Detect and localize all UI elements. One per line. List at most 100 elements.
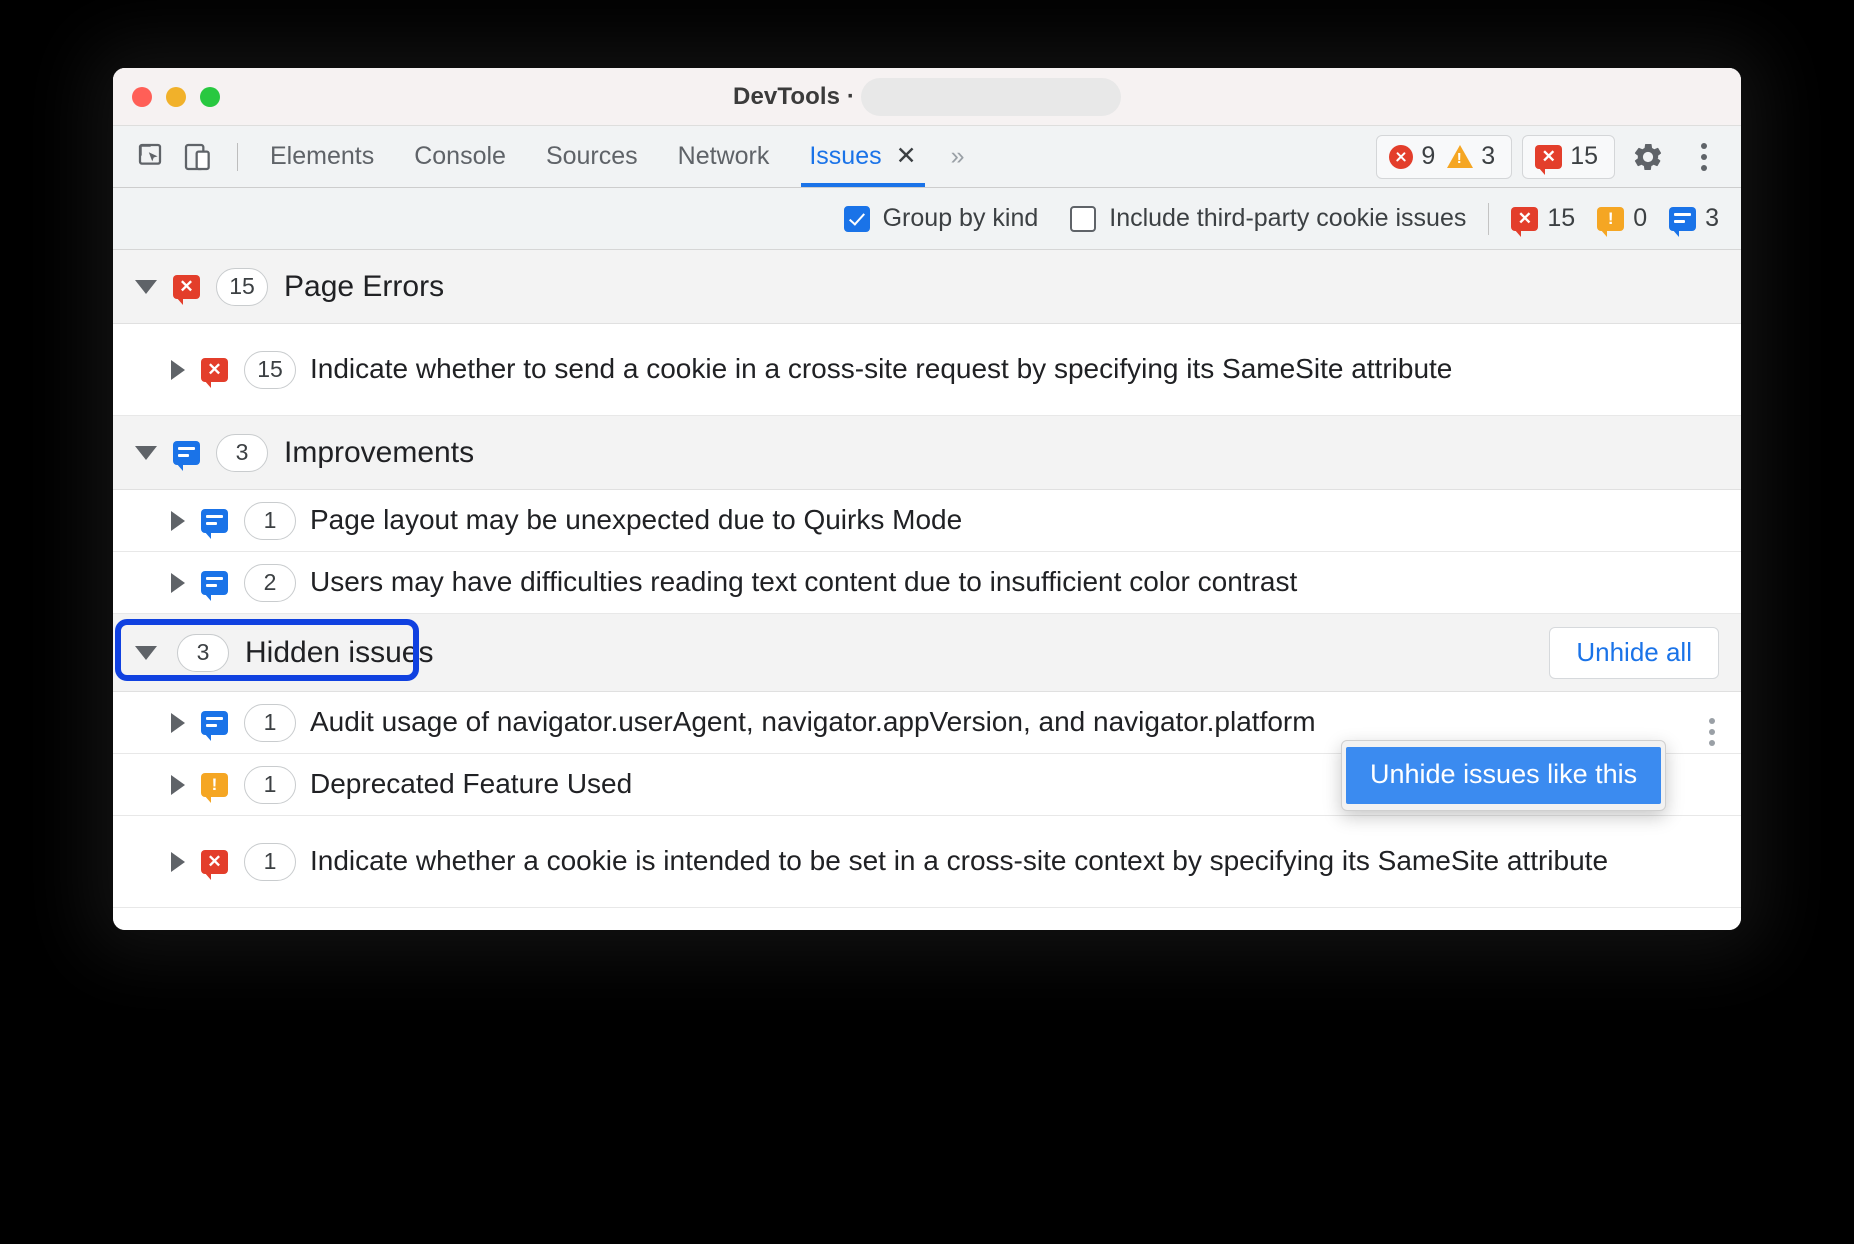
issue-info-bubble-icon bbox=[1669, 207, 1696, 231]
more-tabs-icon[interactable]: » bbox=[937, 142, 977, 171]
issue-row[interactable]: ✕ 1 Indicate whether a cookie is intende… bbox=[113, 816, 1741, 908]
row-context-menu[interactable]: Unhide issues like this bbox=[1341, 740, 1666, 811]
tab-issues[interactable]: Issues ✕ bbox=[789, 126, 936, 187]
tab-issues-label: Issues bbox=[809, 142, 881, 171]
issue-count: 1 bbox=[244, 843, 296, 881]
chevron-right-icon[interactable] bbox=[171, 573, 185, 593]
issue-row[interactable]: 2 Users may have difficulties reading te… bbox=[113, 552, 1741, 614]
group-title: Hidden issues bbox=[245, 636, 433, 670]
group-count: 15 bbox=[216, 268, 268, 306]
maximize-window-button[interactable] bbox=[200, 87, 220, 107]
filter-warning-count: ! 0 bbox=[1597, 204, 1647, 233]
filter-warning-value: 0 bbox=[1633, 204, 1647, 233]
group-by-kind-label: Group by kind bbox=[883, 204, 1039, 233]
context-menu-item-unhide-issues-like-this[interactable]: Unhide issues like this bbox=[1346, 747, 1661, 804]
tab-elements[interactable]: Elements bbox=[250, 126, 394, 187]
issue-error-bubble-icon: ✕ bbox=[201, 850, 228, 874]
chevron-down-icon[interactable] bbox=[135, 446, 157, 460]
issue-info-bubble-icon bbox=[173, 441, 200, 465]
inspect-cursor-glyph bbox=[136, 141, 168, 173]
filter-error-value: 15 bbox=[1547, 204, 1575, 233]
warning-triangle-icon bbox=[1447, 145, 1473, 168]
tab-network-label: Network bbox=[678, 142, 770, 171]
issue-error-bubble-icon: ✕ bbox=[1535, 145, 1562, 169]
error-count: 9 bbox=[1421, 142, 1435, 171]
third-party-cookies-checkbox[interactable]: Include third-party cookie issues bbox=[1070, 204, 1466, 233]
third-party-cookies-label: Include third-party cookie issues bbox=[1109, 204, 1466, 233]
warning-count: 3 bbox=[1481, 142, 1495, 171]
error-circle-icon bbox=[1389, 145, 1413, 169]
tab-sources-label: Sources bbox=[546, 142, 638, 171]
gear-icon[interactable] bbox=[1625, 134, 1671, 180]
group-by-kind-box[interactable] bbox=[844, 206, 870, 232]
chevron-right-icon[interactable] bbox=[171, 852, 185, 872]
tab-network[interactable]: Network bbox=[658, 126, 790, 187]
kebab-glyph bbox=[1701, 143, 1707, 171]
chevron-right-icon[interactable] bbox=[171, 360, 185, 380]
inspect-cursor-icon[interactable] bbox=[131, 136, 173, 178]
issues-count: 15 bbox=[1570, 142, 1598, 171]
group-title: Improvements bbox=[284, 436, 474, 470]
issue-group-improvements[interactable]: 3 Improvements bbox=[113, 416, 1741, 490]
issue-title: Indicate whether to send a cookie in a c… bbox=[310, 352, 1719, 386]
group-count: 3 bbox=[177, 634, 229, 672]
window-titlebar: DevTools · bbox=[113, 68, 1741, 126]
close-window-button[interactable] bbox=[132, 87, 152, 107]
group-by-kind-checkbox[interactable]: Group by kind bbox=[844, 204, 1039, 233]
kebab-menu-icon[interactable] bbox=[1681, 134, 1727, 180]
issue-group-hidden-issues[interactable]: 3 Hidden issues Unhide all bbox=[113, 614, 1741, 692]
chevron-right-icon[interactable] bbox=[171, 713, 185, 733]
tab-sources[interactable]: Sources bbox=[526, 126, 658, 187]
issue-info-bubble-icon bbox=[201, 571, 228, 595]
unhide-all-button[interactable]: Unhide all bbox=[1549, 627, 1719, 679]
gear-glyph bbox=[1631, 140, 1665, 174]
devtools-tabbar: Elements Console Sources Network Issues … bbox=[113, 126, 1741, 188]
close-icon[interactable]: ✕ bbox=[896, 144, 917, 169]
tab-console[interactable]: Console bbox=[394, 126, 526, 187]
issue-title: Indicate whether a cookie is intended to… bbox=[310, 844, 1719, 878]
device-toolbar-icon[interactable] bbox=[177, 136, 219, 178]
issue-warning-bubble-icon: ! bbox=[1597, 207, 1624, 231]
issue-error-bubble-icon: ✕ bbox=[173, 275, 200, 299]
issue-warning-bubble-icon: ! bbox=[201, 773, 228, 797]
group-title: Page Errors bbox=[284, 270, 444, 304]
issue-count: 15 bbox=[244, 351, 296, 389]
issue-count: 2 bbox=[244, 564, 296, 602]
row-kebab-menu-icon[interactable] bbox=[1709, 718, 1715, 746]
console-counters[interactable]: 9 3 bbox=[1376, 135, 1512, 179]
issue-info-bubble-icon bbox=[201, 711, 228, 735]
window-traffic-lights[interactable] bbox=[132, 87, 220, 107]
chevron-down-icon[interactable] bbox=[135, 280, 157, 294]
group-count: 3 bbox=[216, 434, 268, 472]
filter-info-count: 3 bbox=[1669, 204, 1719, 233]
chevron-right-icon[interactable] bbox=[171, 511, 185, 531]
filter-info-value: 3 bbox=[1705, 204, 1719, 233]
devtools-window: DevTools · bbox=[113, 68, 1741, 930]
filterbar-divider bbox=[1488, 203, 1489, 235]
issue-group-page-errors[interactable]: ✕ 15 Page Errors bbox=[113, 250, 1741, 324]
issues-filter-toolbar: Group by kind Include third-party cookie… bbox=[113, 188, 1741, 250]
minimize-window-button[interactable] bbox=[166, 87, 186, 107]
issue-title: Users may have difficulties reading text… bbox=[310, 565, 1719, 599]
issue-row[interactable]: 1 Page layout may be unexpected due to Q… bbox=[113, 490, 1741, 552]
issue-count: 1 bbox=[244, 766, 296, 804]
issue-error-bubble-icon: ✕ bbox=[201, 358, 228, 382]
window-title: DevTools · bbox=[733, 83, 855, 111]
chevron-right-icon[interactable] bbox=[171, 775, 185, 795]
device-toolbar-glyph bbox=[182, 141, 214, 173]
issue-row[interactable]: ✕ 15 Indicate whether to send a cookie i… bbox=[113, 324, 1741, 416]
issue-info-bubble-icon bbox=[201, 509, 228, 533]
screenshot-stage: DevTools · bbox=[0, 0, 1854, 1244]
tab-elements-label: Elements bbox=[270, 142, 374, 171]
issues-counter[interactable]: ✕ 15 bbox=[1522, 135, 1615, 179]
issue-title: Page layout may be unexpected due to Qui… bbox=[310, 503, 1719, 537]
tabbar-divider bbox=[237, 143, 238, 171]
issue-count: 1 bbox=[244, 704, 296, 742]
chevron-down-icon[interactable] bbox=[135, 646, 157, 660]
tab-console-label: Console bbox=[414, 142, 506, 171]
devtools-tabs: Elements Console Sources Network Issues … bbox=[250, 126, 937, 187]
issue-title: Audit usage of navigator.userAgent, navi… bbox=[310, 705, 1719, 739]
third-party-cookies-box[interactable] bbox=[1070, 206, 1096, 232]
issue-count: 1 bbox=[244, 502, 296, 540]
redacted-url-block bbox=[861, 78, 1121, 116]
